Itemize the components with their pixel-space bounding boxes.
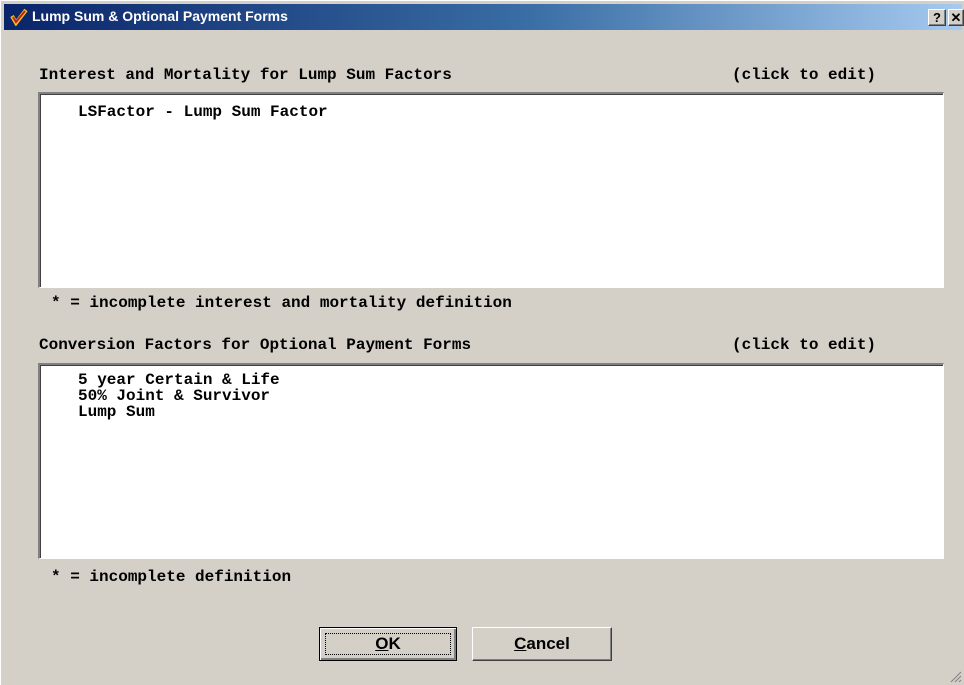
interest-mortality-edit-hint: (click to edit) [732, 66, 877, 84]
list-item[interactable]: 50% Joint & Survivor [40, 388, 943, 404]
interest-mortality-list[interactable]: LSFactor - Lump Sum Factor [38, 92, 944, 288]
ok-button[interactable]: OK [319, 627, 457, 661]
close-button[interactable]: ✕ [948, 9, 964, 26]
interest-mortality-footnote: * = incomplete interest and mortality de… [51, 294, 512, 312]
conversion-factors-footnote: * = incomplete definition [51, 568, 292, 586]
interest-mortality-heading: Interest and Mortality for Lump Sum Fact… [39, 66, 452, 84]
cancel-button[interactable]: Cancel [472, 627, 612, 661]
app-logo-icon [10, 8, 28, 26]
window-title: Lump Sum & Optional Payment Forms [32, 8, 288, 24]
help-button[interactable]: ? [928, 9, 946, 26]
conversion-factors-edit-hint: (click to edit) [732, 336, 877, 354]
conversion-factors-heading: Conversion Factors for Optional Payment … [39, 336, 472, 354]
focus-ring [325, 633, 451, 655]
title-bar[interactable]: Lump Sum & Optional Payment Forms ? ✕ [4, 4, 964, 30]
list-item[interactable]: 5 year Certain & Life [40, 372, 943, 388]
cancel-button-label: Cancel [514, 634, 570, 653]
list-item[interactable]: Lump Sum [40, 404, 943, 420]
dialog-window: Lump Sum & Optional Payment Forms ? ✕ In… [0, 0, 964, 685]
list-item[interactable]: LSFactor - Lump Sum Factor [40, 104, 943, 120]
conversion-factors-list[interactable]: 5 year Certain & Life 50% Joint & Surviv… [38, 363, 944, 559]
resize-grip-icon[interactable] [948, 669, 962, 683]
